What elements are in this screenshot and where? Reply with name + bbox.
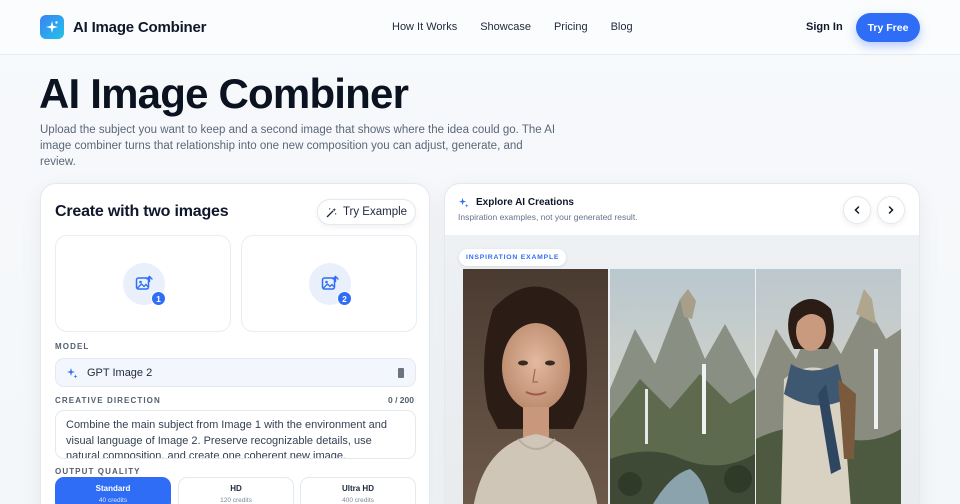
try-example-button[interactable]: Try Example [317, 199, 416, 225]
nav-link-showcase[interactable]: Showcase [480, 21, 531, 33]
top-nav: AI Image Combiner How It Works Showcase … [0, 0, 960, 55]
explore-title: Explore AI Creations [476, 197, 574, 208]
quality-option-standard[interactable]: Standard 40 credits [55, 477, 171, 504]
nav-links: How It Works Showcase Pricing Blog [392, 21, 656, 33]
nav-link-how-it-works[interactable]: How It Works [392, 21, 457, 33]
prev-button[interactable] [843, 196, 871, 224]
quality-credits: 40 credits [98, 497, 128, 504]
image-upload-icon: 2 [309, 263, 352, 306]
explore-header: Explore AI Creations [458, 197, 574, 208]
try-free-button[interactable]: Try Free [856, 13, 920, 42]
character-count: 0 / 200 [388, 395, 414, 405]
model-select[interactable]: GPT Image 2 [55, 358, 416, 387]
example-result-image [756, 269, 901, 504]
quality-name: Ultra HD [341, 484, 374, 493]
quality-name: HD [230, 484, 242, 493]
explore-card: Explore AI Creations Inspiration example… [444, 183, 920, 504]
sparkle-logo-icon [40, 15, 64, 39]
create-card-title: Create with two images [55, 203, 229, 220]
inspiration-badge: INSPIRATION EXAMPLE [459, 249, 567, 266]
quality-option-hd[interactable]: HD 120 credits [178, 477, 294, 504]
creative-direction-label: CREATIVE DIRECTION [55, 396, 161, 405]
sparkle-icon [458, 197, 469, 208]
image-upload-icon: 1 [123, 263, 166, 306]
quality-name: Standard [95, 484, 131, 493]
creative-direction-textarea[interactable]: Combine the main subject from Image 1 wi… [55, 410, 416, 459]
model-value: GPT Image 2 [87, 366, 153, 379]
example-subject-image [463, 269, 608, 504]
chevron-right-icon [888, 206, 894, 214]
nav-link-pricing[interactable]: Pricing [554, 21, 588, 33]
sparkle-icon [67, 367, 78, 378]
magic-wand-icon [326, 207, 337, 217]
model-label: MODEL [55, 342, 90, 351]
next-button[interactable] [877, 196, 905, 224]
slot-badge-1: 1 [151, 291, 166, 306]
slot-badge-2: 2 [337, 291, 352, 306]
brand-logo[interactable]: AI Image Combiner [40, 15, 206, 39]
sign-in-link[interactable]: Sign In [806, 21, 843, 33]
brand-name: AI Image Combiner [73, 18, 207, 36]
quality-credits: 400 credits [342, 497, 374, 504]
page-title: AI Image Combiner [39, 70, 409, 117]
select-handle-icon [398, 368, 404, 378]
quality-option-ultra-hd[interactable]: Ultra HD 400 credits [300, 477, 416, 504]
image-2-upload-slot[interactable]: 2 [241, 235, 417, 332]
example-environment-image [610, 269, 755, 504]
explore-subtitle: Inspiration examples, not your generated… [458, 212, 638, 222]
page-subtitle: Upload the subject you want to keep and … [40, 124, 556, 168]
image-1-upload-slot[interactable]: 1 [55, 235, 231, 332]
try-example-label: Try Example [342, 206, 408, 218]
nav-link-blog[interactable]: Blog [611, 21, 633, 33]
create-card: Create with two images Try Example 1 2 M… [40, 183, 430, 504]
quality-credits: 120 credits [220, 497, 252, 504]
chevron-left-icon [854, 206, 860, 214]
output-quality-label: OUTPUT QUALITY [55, 467, 141, 476]
